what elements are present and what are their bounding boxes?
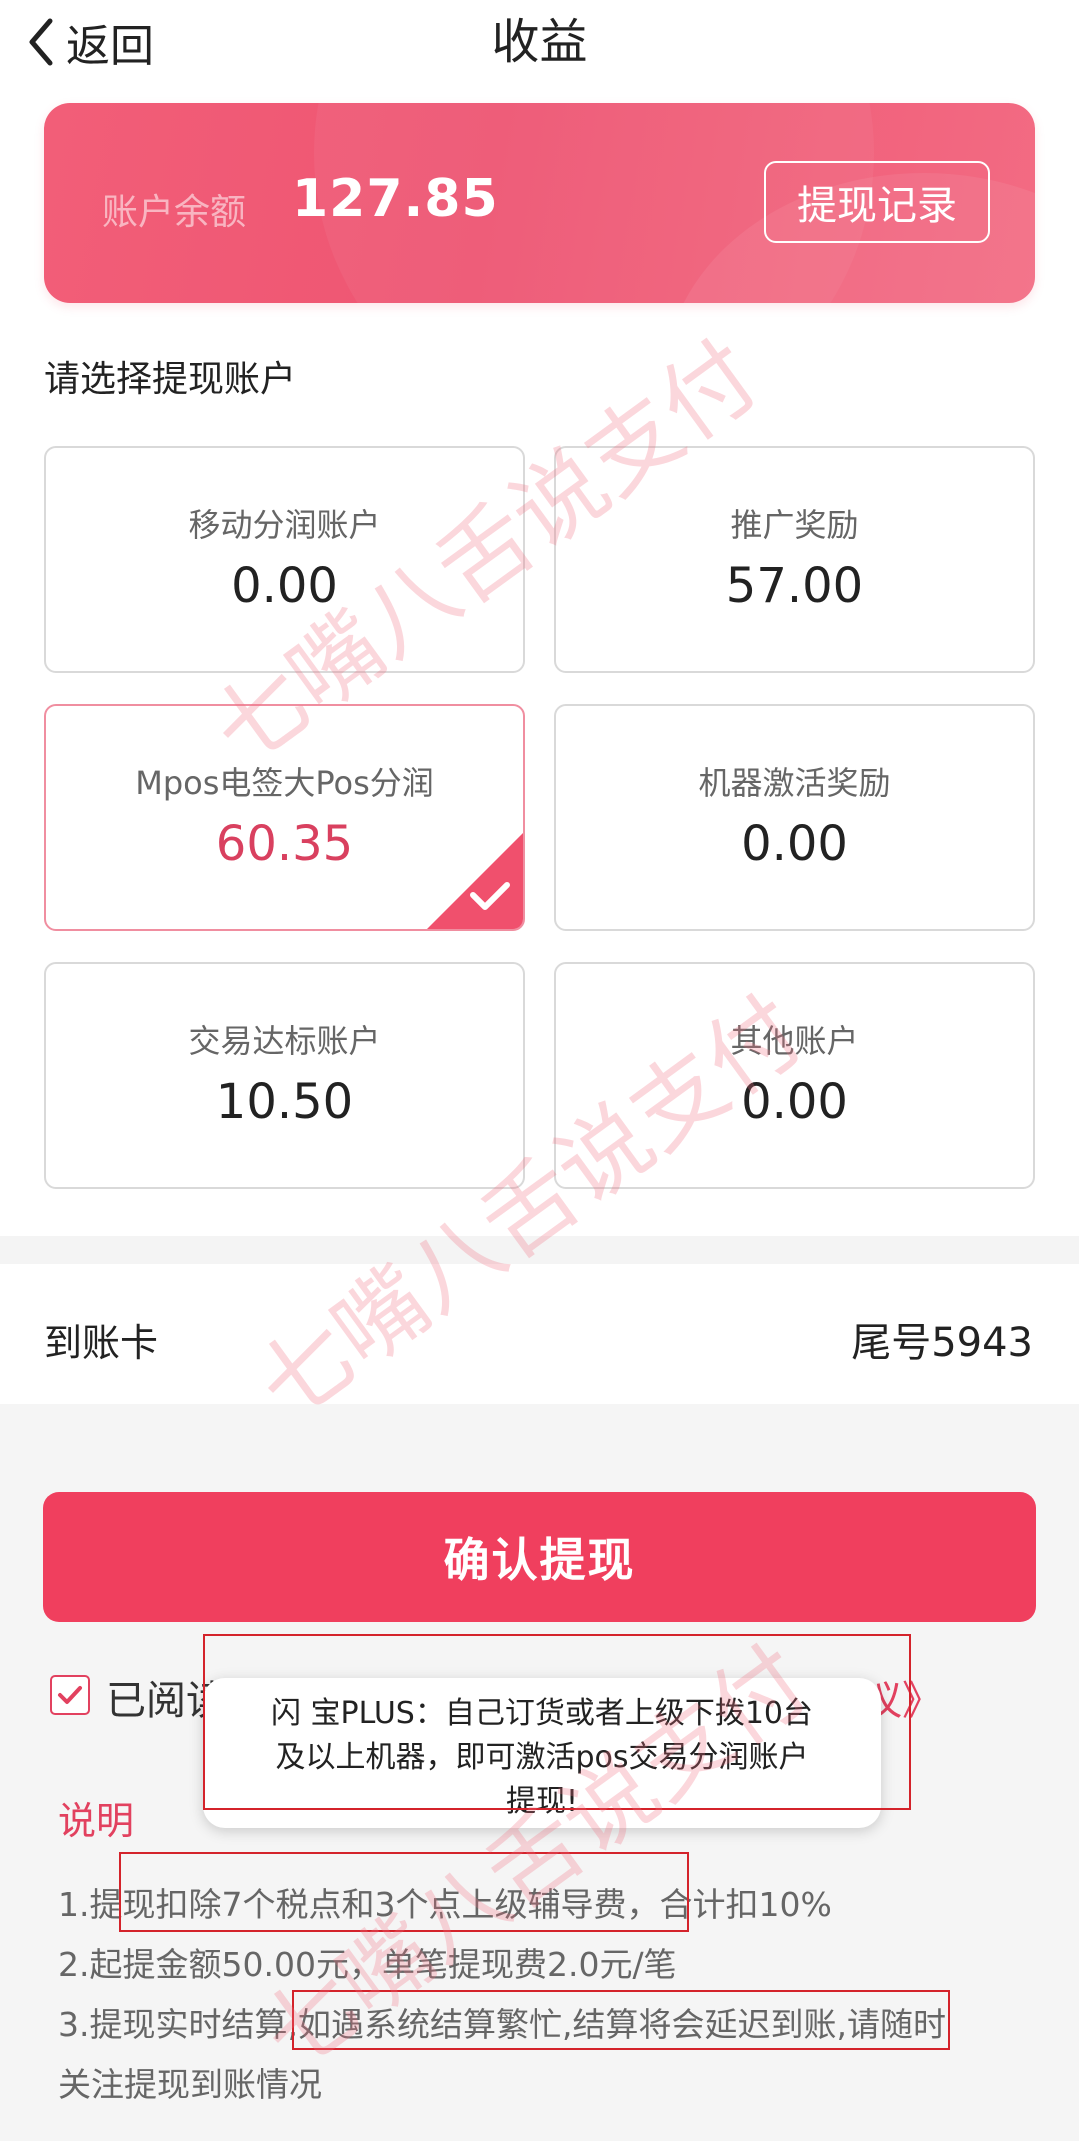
withdraw-record-button[interactable]: 提现记录	[764, 161, 990, 243]
balance-value: 127.85	[292, 169, 499, 229]
confirm-withdraw-button[interactable]: 确认提现	[43, 1492, 1036, 1622]
agreement-checkbox[interactable]	[50, 1675, 90, 1715]
card-tail-number: 尾号5943	[851, 1320, 1033, 1366]
account-name: 机器激活奖励	[698, 764, 891, 802]
check-icon	[58, 1686, 82, 1704]
balance-label: 账户余额	[102, 192, 247, 233]
select-account-label: 请选择提现账户	[44, 359, 297, 400]
account-value: 0.00	[741, 816, 848, 872]
balance-card: 账户余额 127.85 提现记录	[44, 103, 1035, 303]
page-title: 收益	[491, 14, 588, 70]
arrival-card-label: 到账卡	[44, 1321, 159, 1365]
checkmark-icon	[427, 833, 523, 929]
account-name: 交易达标账户	[188, 1022, 381, 1060]
account-card[interactable]: 交易达标账户 10.50	[44, 962, 525, 1189]
description-title: 说明	[58, 1799, 135, 1843]
account-value: 10.50	[215, 1074, 354, 1130]
account-card[interactable]: 机器激活奖励 0.00	[554, 704, 1035, 931]
description-line: 关注提现到账情况	[58, 2065, 322, 2104]
account-value: 57.00	[725, 558, 864, 614]
